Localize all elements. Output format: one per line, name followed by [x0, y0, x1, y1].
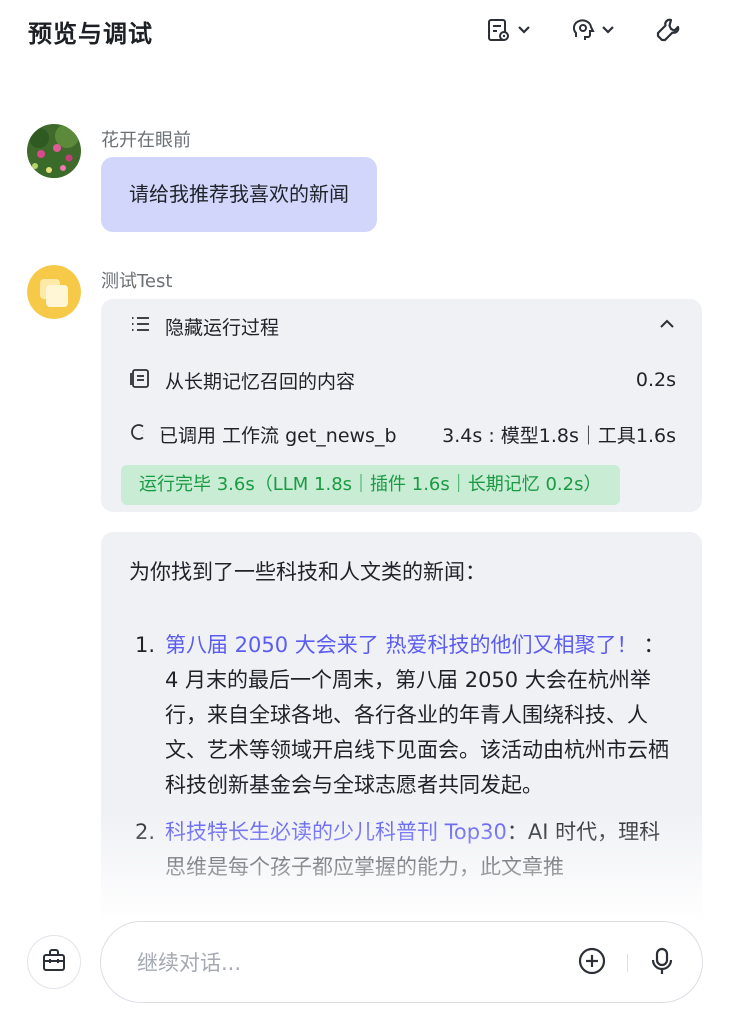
chevron-up-icon[interactable]	[658, 315, 676, 338]
wrench-icon	[654, 16, 682, 44]
chevron-down-icon	[600, 22, 616, 38]
process-toggle-row[interactable]: 隐藏运行过程	[129, 311, 676, 341]
process-step-workflow[interactable]: 已调用 工作流 get_news_b 3.4s : 模型1.8s｜工具1.6s	[129, 419, 676, 449]
user-message-bubble: 请给我推荐我喜欢的新闻	[101, 157, 377, 232]
news-list: 1. 第八届 2050 大会来了 热爱科技的他们又相聚了！ ：4 月末的最后一个周…	[135, 628, 675, 897]
run-process-panel: 隐藏运行过程 从长期记忆召回的内容 0.2s 已调用 工作流 get_news_…	[101, 299, 702, 512]
memory-head-icon	[570, 17, 596, 43]
process-step-time: 0.2s	[635, 369, 676, 391]
bot-avatar	[27, 265, 81, 319]
bot-answer-bubble: 为你找到了一些科技和人文类的新闻： 1. 第八届 2050 大会来了 热爱科技的…	[101, 532, 702, 932]
answer-intro: 为你找到了一些科技和人文类的新闻：	[129, 560, 486, 584]
item-separator: ：	[506, 820, 528, 844]
voice-input-button[interactable]	[645, 946, 679, 980]
list-item-number: 2.	[135, 820, 156, 844]
debug-tools-button[interactable]	[654, 14, 682, 46]
chevron-down-icon	[516, 22, 532, 38]
workflow-icon	[129, 422, 149, 447]
news-description: 4 月末的最后一个周末，第八届 2050 大会在杭州举行，来自全球各地、各行各业…	[165, 668, 669, 797]
toolbox-icon	[40, 946, 68, 978]
news-link[interactable]: 科技特长生必读的少儿科普刊 Top30	[165, 820, 507, 844]
page-title: 预览与调试	[28, 20, 153, 48]
process-step-label: 已调用 工作流 get_news_b	[159, 424, 397, 447]
list-item-number: 1.	[135, 633, 156, 657]
process-step-memory[interactable]: 从长期记忆召回的内容 0.2s	[129, 365, 676, 395]
header: 预览与调试	[0, 0, 739, 62]
process-step-label: 从长期记忆召回的内容	[165, 370, 356, 393]
add-attachment-button[interactable]	[575, 946, 609, 980]
process-toggle-label: 隐藏运行过程	[165, 316, 280, 339]
process-step-time: 3.4s : 模型1.8s｜工具1.6s	[442, 424, 676, 447]
memory-dropdown[interactable]	[570, 14, 616, 46]
divider	[627, 954, 628, 972]
user-name: 花开在眼前	[101, 130, 191, 151]
chat-input[interactable]	[137, 944, 557, 982]
list-item: 1. 第八届 2050 大会来了 热爱科技的他们又相聚了！ ： 4 月末的最后一个周…	[135, 628, 675, 803]
microphone-icon	[648, 946, 676, 980]
list-icon	[129, 313, 151, 340]
run-status-badge: 运行完毕 3.6s（LLM 1.8s｜插件 1.6s｜长期记忆 0.2s）	[121, 465, 620, 505]
bot-name: 测试Test	[101, 271, 173, 292]
item-separator: ：	[643, 633, 665, 657]
list-item: 2. 科技特长生必读的少儿科普刊 Top30：AI 时代，理科思维是每个孩子都应…	[135, 815, 675, 885]
document-settings-icon	[486, 17, 512, 43]
user-avatar	[27, 124, 81, 178]
prompt-settings-dropdown[interactable]	[486, 14, 532, 46]
chat-input-bar	[0, 918, 739, 1012]
news-link[interactable]: 第八届 2050 大会来了 热爱科技的他们又相聚了！	[165, 633, 637, 657]
document-list-icon	[129, 367, 151, 394]
chat-input-container	[100, 921, 703, 1003]
plus-circle-icon	[577, 946, 607, 980]
toolbox-button[interactable]	[27, 935, 81, 989]
